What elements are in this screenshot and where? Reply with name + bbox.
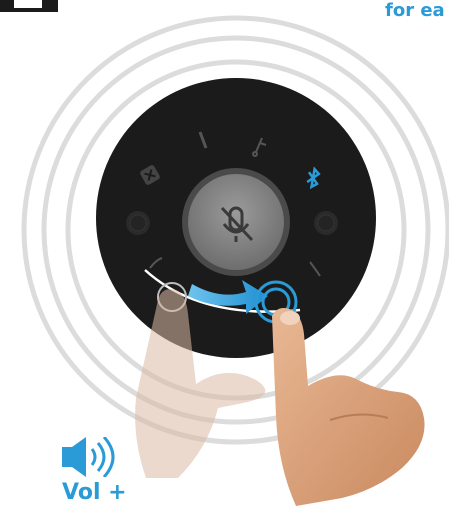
pointing-hand <box>272 308 425 506</box>
speaker-grille-left-icon <box>126 211 150 235</box>
product-illustration: for ea Vol + <box>0 0 449 511</box>
speakerphone-diagram <box>21 15 449 506</box>
speaker-volume-up-icon <box>62 437 115 477</box>
volume-up-label: Vol + <box>62 480 127 505</box>
speaker-grille-right-icon <box>314 211 338 235</box>
fingernail <box>280 311 300 325</box>
